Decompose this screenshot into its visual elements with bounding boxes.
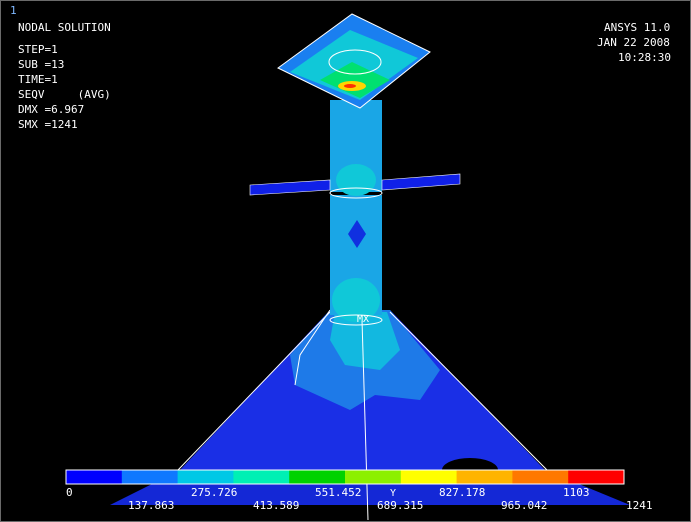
legend-top-label-0: 0 — [66, 486, 73, 499]
legend-color-band — [66, 470, 123, 484]
legend-top-label-2: 551.452 — [315, 486, 362, 499]
model-viewport[interactable] — [0, 0, 691, 522]
legend-color-band — [121, 470, 179, 484]
cross-pin-left — [249, 179, 331, 196]
cross-pin-right — [381, 173, 461, 191]
dmx-label: DMX =6.967 — [18, 103, 85, 116]
legend-bottom-label-2: 689.315 — [377, 499, 424, 512]
substep-label: SUB =13 — [18, 58, 65, 71]
legend-color-band — [233, 470, 290, 484]
legend-color-band — [400, 470, 458, 484]
step-label: STEP=1 — [18, 43, 58, 56]
legend-bottom-label-0: 137.863 — [128, 499, 175, 512]
legend-color-band — [568, 470, 625, 484]
top-plate-max — [344, 84, 356, 88]
legend-top-label-4: 1103 — [563, 486, 590, 499]
legend-bottom-label-4: 1241 — [626, 499, 653, 512]
column-hotspot-upper — [336, 164, 376, 196]
legend-color-band — [456, 470, 513, 484]
legend-bottom-label-3: 965.042 — [501, 499, 548, 512]
legend-bottom-label-1: 413.589 — [253, 499, 300, 512]
smx-label: SMX =1241 — [18, 118, 78, 131]
legend-color-band — [512, 470, 569, 484]
max-marker: MX — [357, 314, 370, 325]
run-date: JAN 22 2008 — [597, 36, 670, 49]
legend-top-label-1: 275.726 — [191, 486, 238, 499]
legend-color-band — [177, 470, 234, 484]
product-version: ANSYS 11.0 — [604, 21, 671, 34]
contour-legend-bar — [65, 469, 625, 485]
time-label: TIME=1 — [18, 73, 58, 86]
result-quantity-label: SEQV (AVG) — [18, 88, 111, 101]
legend-color-band — [345, 470, 402, 484]
run-time: 10:28:30 — [618, 51, 671, 64]
legend-color-band — [289, 470, 346, 484]
result-title: NODAL SOLUTION — [18, 21, 111, 34]
legend-top-label-3: 827.178 — [439, 486, 486, 499]
